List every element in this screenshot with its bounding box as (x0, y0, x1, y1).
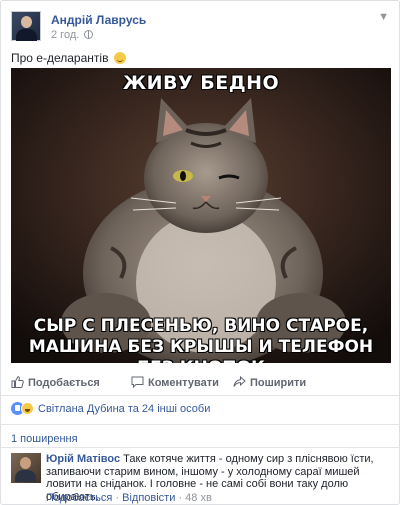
divider (1, 424, 400, 425)
divider (1, 447, 400, 448)
shares-count[interactable]: 1 поширення (11, 433, 78, 445)
like-label: Подобається (28, 377, 100, 389)
share-label: Поширити (250, 377, 307, 389)
smile-emoji-icon (113, 52, 126, 64)
comment-meta: Подобається · Відповісти · 48 хв (46, 492, 212, 504)
author-avatar[interactable] (11, 11, 41, 41)
share-icon (233, 375, 246, 387)
author-name[interactable]: Андрій Лаврусь (51, 13, 146, 27)
divider (1, 395, 400, 396)
post-time[interactable]: 2 год. (51, 29, 79, 41)
reactions-text[interactable]: Світлана Дубина та 24 інші особи (38, 403, 210, 415)
post-header: Андрій Лаврусь 2 год. ▼ (11, 11, 391, 41)
share-button[interactable]: Поширити (233, 375, 307, 389)
post-card: Андрій Лаврусь 2 год. ▼ Про е-деларантів (0, 0, 400, 505)
comment-button[interactable]: Коментувати (131, 376, 219, 389)
comment-reply-link[interactable]: Відповісти (122, 492, 175, 504)
chevron-down-icon[interactable]: ▼ (378, 11, 389, 23)
comment-time[interactable]: 48 хв (185, 492, 212, 504)
post-text: Про е-деларантів (11, 51, 126, 65)
post-text-content: Про е-деларантів (11, 51, 109, 65)
meme-caption-bottom: СЫР С ПЛЕСЕНЬЮ, ВИНО СТАРОЕ, МАШИНА БЕЗ … (11, 316, 391, 363)
commenter-name[interactable]: Юрій Матівос (46, 453, 120, 465)
meme-caption-line-2: МАШИНА БЕЗ КРЫШЫ И ТЕЛЕФОН БЕЗ КНОПОК (28, 337, 374, 363)
haha-reaction-icon (21, 402, 34, 415)
comment-icon (131, 376, 144, 389)
post-actions: Подобається Коментувати Поширити (11, 373, 391, 393)
comment-like-link[interactable]: Подобається (46, 492, 112, 504)
post-meta: 2 год. (51, 29, 94, 41)
like-button[interactable]: Подобається (11, 376, 100, 389)
post-photo[interactable]: ЖИВУ БЕДНО СЫР С ПЛЕСЕНЬЮ, ВИНО СТАРОЕ, … (11, 68, 391, 363)
comment-label: Коментувати (148, 377, 219, 389)
reactions-summary[interactable]: Світлана Дубина та 24 інші особи (11, 402, 210, 416)
commenter-avatar[interactable] (11, 453, 41, 483)
meme-caption-line-1: СЫР С ПЛЕСЕНЬЮ, ВИНО СТАРОЕ, (33, 316, 369, 336)
globe-icon (84, 30, 94, 39)
thumbs-up-icon (11, 376, 24, 388)
meme-caption-top: ЖИВУ БЕДНО (122, 72, 280, 94)
comment: Юрій Матівос Таке котяче життя - одному … (11, 453, 391, 504)
